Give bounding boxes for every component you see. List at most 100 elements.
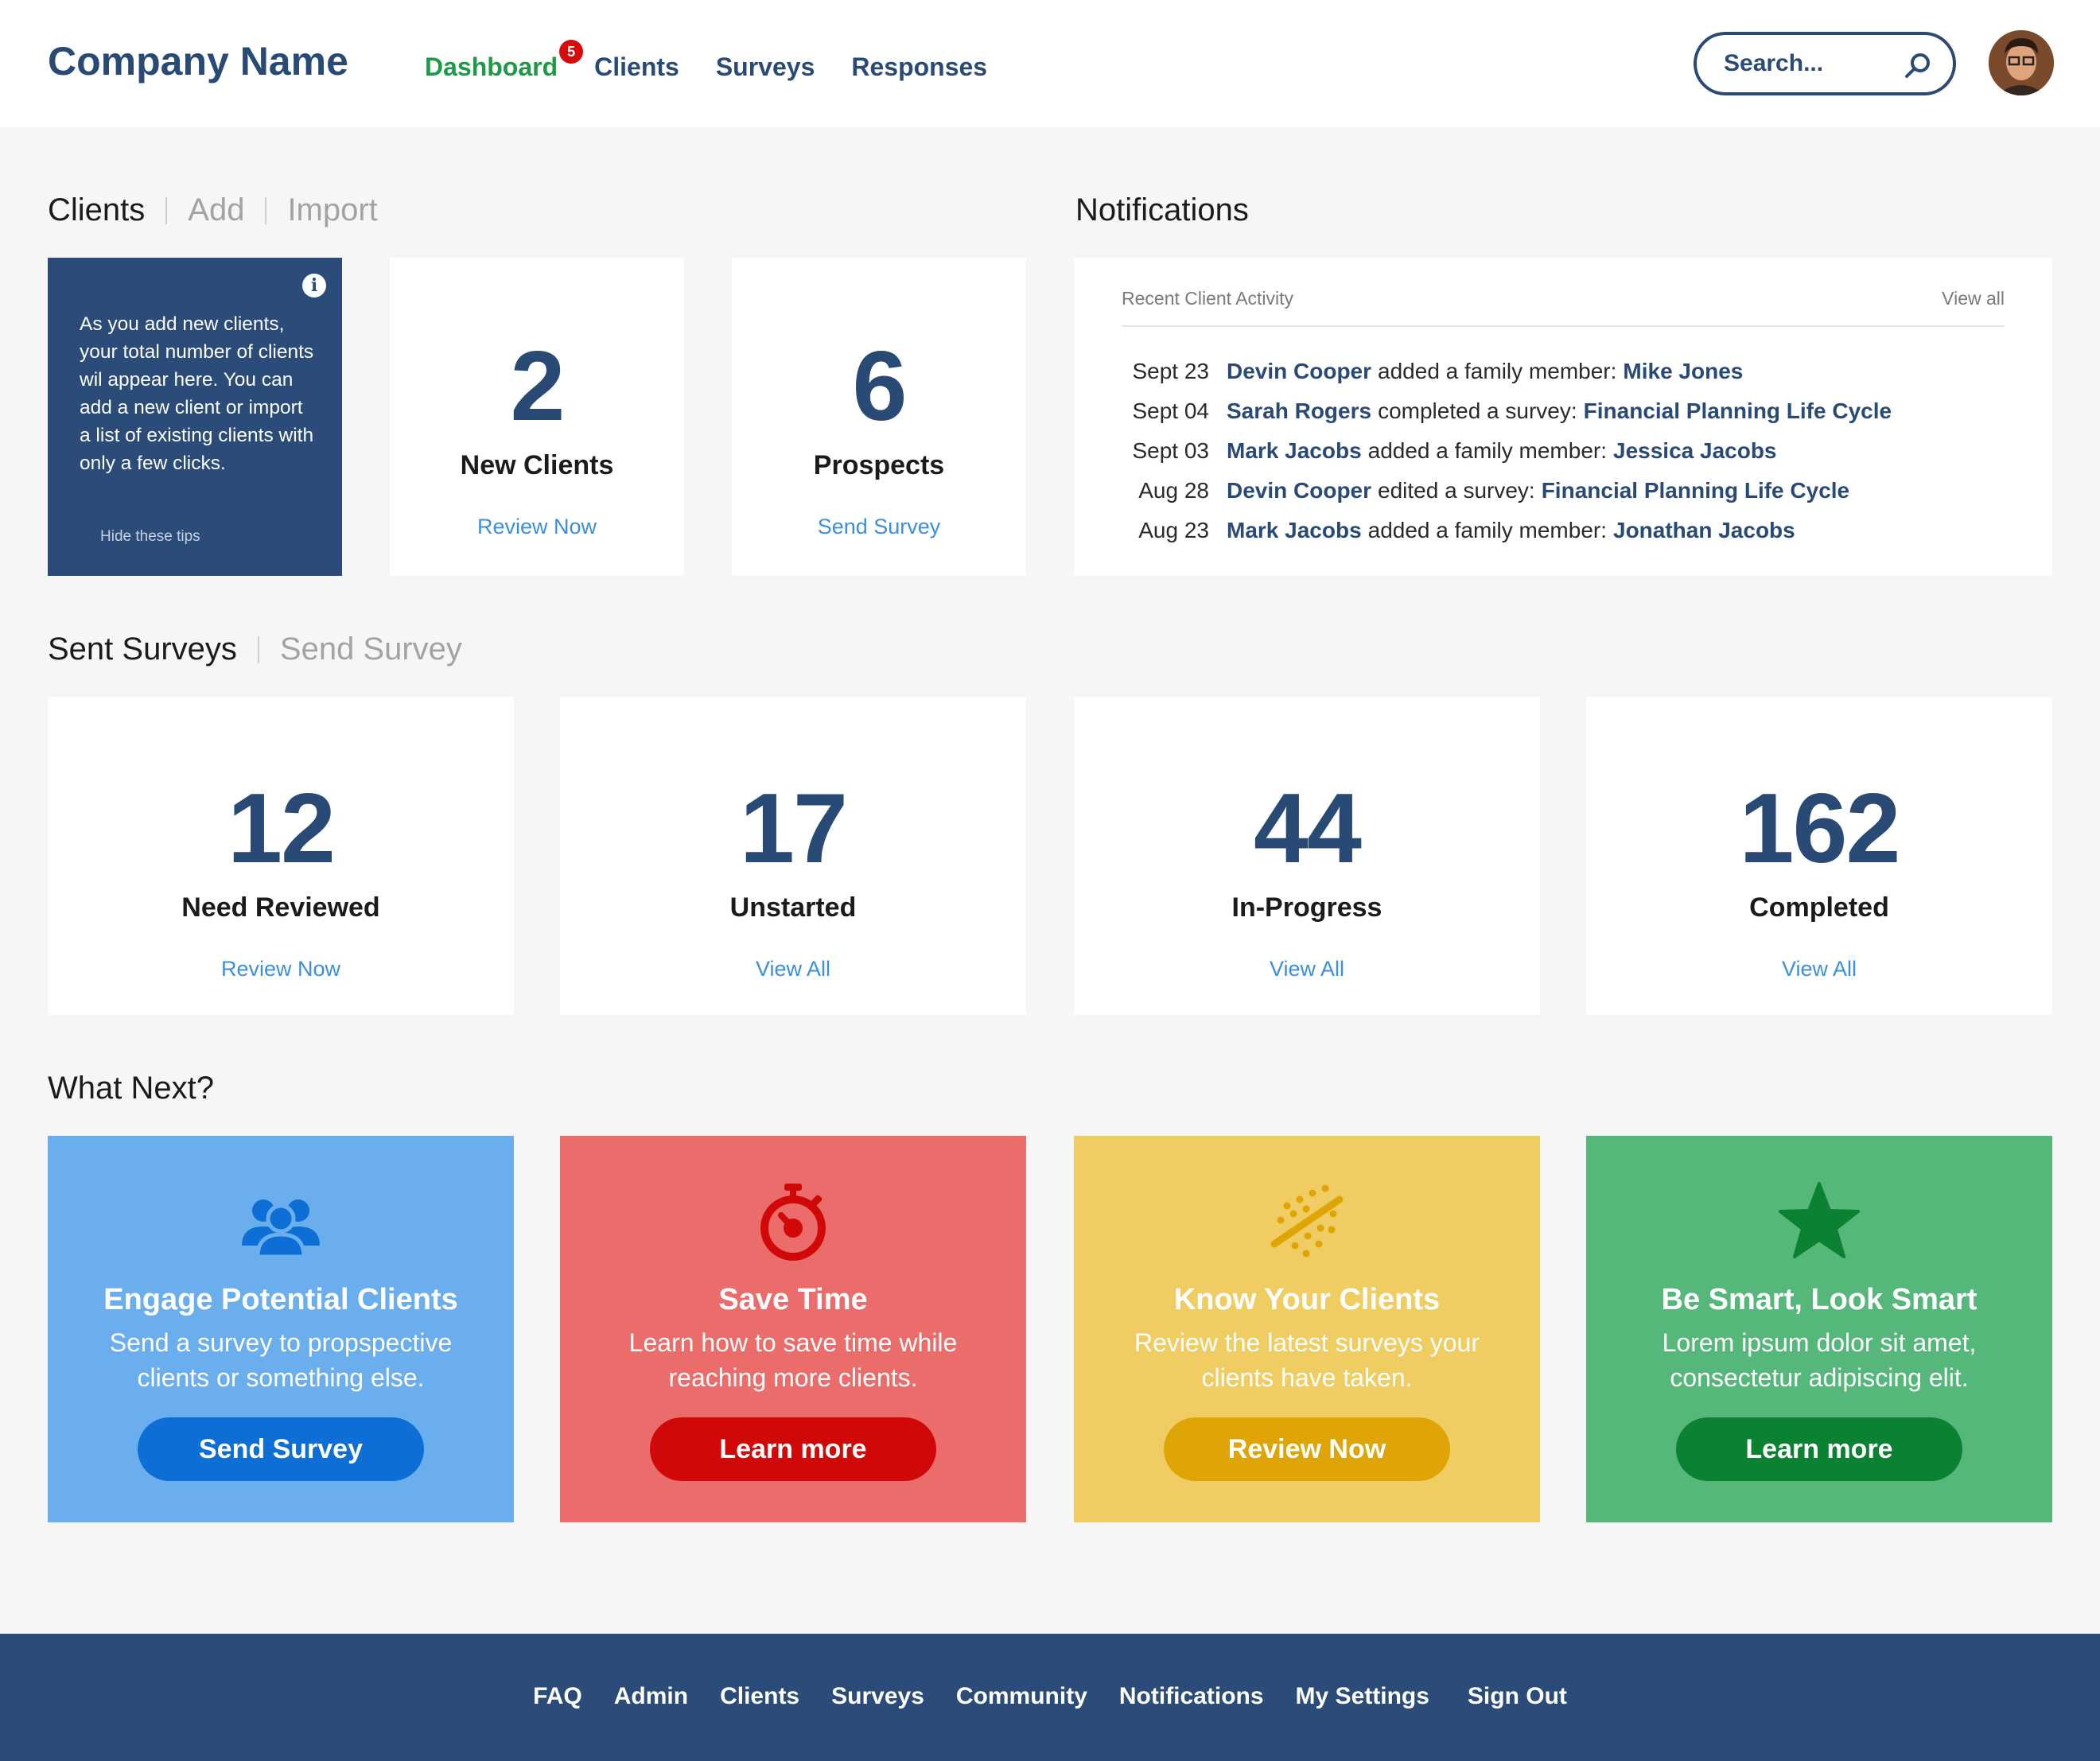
- engage-clients-card: Engage Potential Clients Send a survey t…: [48, 1136, 514, 1522]
- be-smart-card: Be Smart, Look Smart Lorem ipsum dolor s…: [1586, 1136, 2052, 1522]
- sent-surveys-title: Sent Surveys: [48, 632, 237, 667]
- activity-item: Aug 23 Mark Jacobs added a family member…: [1122, 511, 2005, 550]
- stat-label: Completed: [1749, 892, 1889, 923]
- activity-action: added a family member:: [1367, 438, 1607, 463]
- review-now-button[interactable]: Review Now: [1164, 1417, 1450, 1481]
- stat-value: 2: [510, 332, 566, 441]
- notifications-panel: Recent Client Activity View all Sept 23 …: [1074, 258, 2052, 576]
- search-input[interactable]: [1724, 48, 1899, 80]
- brand-name[interactable]: Company Name: [48, 38, 348, 84]
- nav-surveys[interactable]: Surveys: [716, 52, 815, 82]
- view-all-link[interactable]: View All: [1586, 957, 2052, 982]
- divider: [165, 196, 168, 224]
- card-description-line: reaching more clients.: [668, 1363, 918, 1392]
- import-clients-link[interactable]: Import: [287, 192, 377, 228]
- avatar[interactable]: [1989, 30, 2054, 95]
- footer-clients-link[interactable]: Clients: [720, 1683, 799, 1710]
- notifications-header: Recent Client Activity View all: [1122, 288, 2005, 327]
- completed-card: 162 Completed View All: [1586, 697, 2052, 1015]
- card-description-line: Lorem ipsum dolor sit amet,: [1662, 1328, 1977, 1357]
- footer: FAQ Admin Clients Surveys Community Noti…: [0, 1634, 2100, 1761]
- card-description: Send a survey to propspective clients or…: [48, 1325, 514, 1395]
- footer-community-link[interactable]: Community: [956, 1683, 1087, 1710]
- activity-item: Aug 28 Devin Cooper edited a survey: Fin…: [1122, 471, 2005, 511]
- send-survey-link[interactable]: Send Survey: [732, 515, 1026, 539]
- card-title: Engage Potential Clients: [103, 1283, 458, 1316]
- stat-value: 6: [852, 332, 908, 441]
- activity-date: Sept 03: [1132, 438, 1209, 463]
- footer-my-settings-link[interactable]: My Settings: [1296, 1683, 1429, 1710]
- activity-client-link[interactable]: Devin Cooper: [1227, 478, 1371, 503]
- send-survey-tab-link[interactable]: Send Survey: [280, 632, 462, 667]
- activity-date: Sept 23: [1132, 359, 1209, 383]
- what-next-header: What Next?: [48, 1071, 214, 1106]
- stat-label: New Clients: [460, 450, 614, 480]
- hide-tips-link[interactable]: Hide these tips: [100, 528, 200, 546]
- card-description: Review the latest surveys your clients h…: [1074, 1325, 1540, 1395]
- nav-dashboard-label: Dashboard: [425, 52, 558, 81]
- card-description: Learn how to save time while reaching mo…: [560, 1325, 1026, 1395]
- activity-action: added a family member:: [1378, 359, 1617, 383]
- card-description-line: clients or something else.: [137, 1363, 425, 1392]
- card-description-line: clients have taken.: [1201, 1363, 1413, 1392]
- learn-more-button[interactable]: Learn more: [1676, 1417, 1962, 1481]
- stat-label: Need Reviewed: [181, 892, 380, 923]
- activity-list: Sept 23 Devin Cooper added a family memb…: [1122, 352, 2005, 550]
- footer-surveys-link[interactable]: Surveys: [831, 1683, 924, 1710]
- activity-action: added a family member:: [1367, 518, 1607, 542]
- magic-wand-icon: [1270, 1184, 1344, 1258]
- activity-target-link[interactable]: Jonathan Jacobs: [1613, 518, 1795, 543]
- activity-target-link[interactable]: Mike Jones: [1623, 359, 1743, 384]
- stat-value: 17: [740, 774, 848, 884]
- notifications-title: Notifications: [1075, 192, 1249, 227]
- view-all-link[interactable]: View All: [1074, 957, 1540, 982]
- activity-client-link[interactable]: Devin Cooper: [1227, 359, 1371, 384]
- nav-responses[interactable]: Responses: [851, 52, 987, 82]
- activity-target-link[interactable]: Financial Planning Life Cycle: [1542, 478, 1849, 503]
- view-all-link[interactable]: View All: [560, 957, 1026, 982]
- users-icon: [242, 1199, 320, 1259]
- review-now-link[interactable]: Review Now: [48, 957, 514, 982]
- footer-admin-link[interactable]: Admin: [614, 1683, 688, 1710]
- stat-label: In-Progress: [1231, 892, 1382, 923]
- activity-item: Sept 03 Mark Jacobs added a family membe…: [1122, 431, 2005, 471]
- card-description-line: Review the latest surveys your: [1134, 1328, 1480, 1357]
- footer-faq-link[interactable]: FAQ: [533, 1683, 582, 1710]
- activity-client-link[interactable]: Mark Jacobs: [1227, 518, 1362, 543]
- card-title: Be Smart, Look Smart: [1661, 1283, 1978, 1316]
- send-survey-button[interactable]: Send Survey: [138, 1417, 424, 1481]
- nav-dashboard[interactable]: Dashboard 5: [425, 40, 584, 82]
- activity-action: edited a survey:: [1378, 478, 1535, 503]
- nav-clients[interactable]: Clients: [594, 52, 679, 82]
- footer-sign-out-link[interactable]: Sign Out: [1468, 1683, 1567, 1710]
- stat-value: 162: [1739, 774, 1901, 884]
- notification-badge: 5: [559, 40, 584, 64]
- activity-date: Aug 28: [1138, 478, 1209, 503]
- activity-client-link[interactable]: Sarah Rogers: [1227, 398, 1371, 424]
- view-all-notifications-link[interactable]: View all: [1942, 288, 2005, 309]
- activity-client-link[interactable]: Mark Jacobs: [1227, 438, 1362, 464]
- info-icon[interactable]: i: [302, 274, 326, 297]
- stopwatch-icon: [760, 1184, 826, 1261]
- main-nav: Dashboard 5 Clients Surveys Responses: [425, 40, 1024, 82]
- search-box: [1694, 32, 1956, 95]
- card-description-line: Send a survey to propspective: [109, 1328, 453, 1357]
- review-now-link[interactable]: Review Now: [390, 515, 684, 539]
- add-client-link[interactable]: Add: [188, 192, 244, 228]
- new-clients-card: 2 New Clients Review Now: [390, 258, 684, 576]
- save-time-card: Save Time Learn how to save time while r…: [560, 1136, 1026, 1522]
- activity-item: Sept 23 Devin Cooper added a family memb…: [1122, 352, 2005, 391]
- learn-more-button[interactable]: Learn more: [650, 1417, 936, 1481]
- search-icon[interactable]: [1904, 51, 1932, 80]
- activity-target-link[interactable]: Jessica Jacobs: [1613, 438, 1777, 464]
- card-title: Save Time: [718, 1283, 868, 1316]
- activity-target-link[interactable]: Financial Planning Life Cycle: [1584, 398, 1892, 424]
- clients-section-header: Clients Add Import: [48, 192, 378, 228]
- divider: [265, 196, 267, 224]
- footer-notifications-link[interactable]: Notifications: [1119, 1683, 1264, 1710]
- activity-action: completed a survey:: [1378, 398, 1577, 423]
- card-description: Lorem ipsum dolor sit amet, consectetur …: [1586, 1325, 2052, 1395]
- unstarted-card: 17 Unstarted View All: [560, 697, 1026, 1015]
- tip-text: As you add new clients, your total numbe…: [80, 313, 314, 474]
- in-progress-card: 44 In-Progress View All: [1074, 697, 1540, 1015]
